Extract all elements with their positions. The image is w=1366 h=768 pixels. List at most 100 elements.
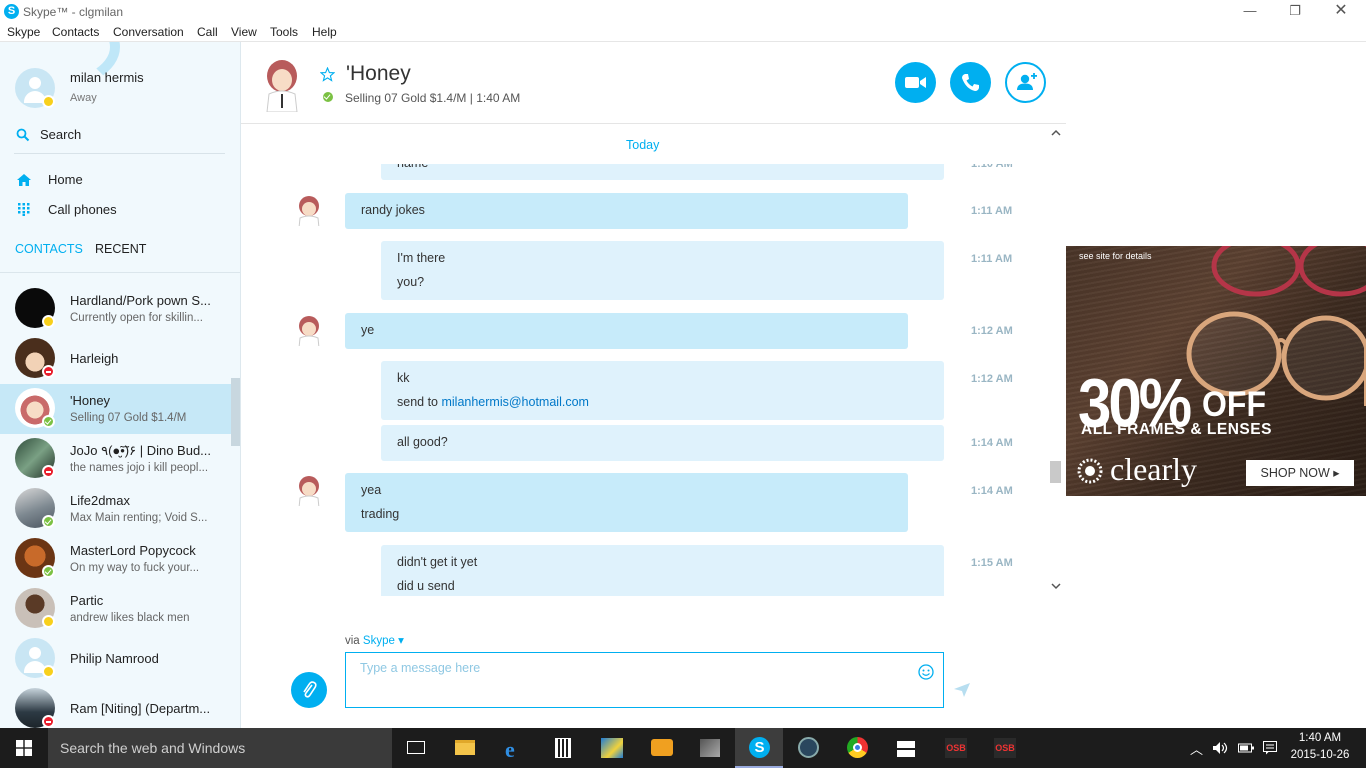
my-name[interactable]: milan hermis xyxy=(70,70,144,85)
attach-button[interactable] xyxy=(291,672,327,708)
task-view-icon[interactable] xyxy=(392,728,440,768)
message-text: ye xyxy=(361,323,375,337)
conversation-scrollbar[interactable] xyxy=(1047,124,1065,596)
contact-mood: Currently open for skillin... xyxy=(70,312,203,324)
contact-item[interactable]: Ram [Niting] (Departm... xyxy=(0,684,232,728)
menu-view[interactable]: View xyxy=(231,25,257,39)
via-selector[interactable]: via Skype ▾ xyxy=(345,633,404,647)
contact-item[interactable]: Partic andrew likes black men xyxy=(0,584,232,634)
menu-call[interactable]: Call xyxy=(197,25,218,39)
nav-call-phones[interactable]: Call phones xyxy=(14,200,225,224)
message-time: 1:15 AM xyxy=(971,557,1013,569)
chevron-down-icon[interactable]: ▾ xyxy=(398,635,404,647)
osbuddy-icon-2[interactable]: OSB xyxy=(980,728,1028,768)
contact-item[interactable]: JoJo ٩(●̮̮̃•̃)۶ | Dino Bud... the names … xyxy=(0,434,232,484)
steam-icon[interactable] xyxy=(784,728,832,768)
contact-name: Life2dmax xyxy=(70,493,130,508)
media-app-icon[interactable] xyxy=(686,728,734,768)
ad-headline-suffix: OFF xyxy=(1202,384,1266,424)
contact-item[interactable]: Philip Namrood xyxy=(0,634,232,684)
menu-contacts[interactable]: Contacts xyxy=(52,25,99,39)
windows-start-icon[interactable] xyxy=(16,740,32,756)
scroll-up-icon[interactable] xyxy=(1051,129,1061,136)
audio-call-button[interactable] xyxy=(950,62,991,103)
conversation-area[interactable]: Today name 1:10 AM Today randy jokes 1:1… xyxy=(241,124,1047,596)
close-button[interactable]: ✕ xyxy=(1318,0,1364,24)
game-app-icon[interactable] xyxy=(637,728,685,768)
message-bubble[interactable]: randy jokes xyxy=(345,193,908,229)
favorite-star-icon[interactable] xyxy=(320,67,335,82)
emoticon-icon[interactable] xyxy=(918,664,934,680)
shop-now-button[interactable]: SHOP NOW ▸ xyxy=(1246,460,1354,486)
contact-item[interactable]: MasterLord Popycock On my way to fuck yo… xyxy=(0,534,232,584)
message-bubble[interactable]: yea trading xyxy=(345,473,908,532)
message-text: you? xyxy=(397,275,425,289)
message-bubble[interactable]: ye xyxy=(345,313,908,349)
file-explorer-icon[interactable] xyxy=(441,728,489,768)
taskbar-search[interactable]: Search the web and Windows xyxy=(48,728,392,768)
scroll-down-icon[interactable] xyxy=(1051,583,1061,590)
online-status-icon xyxy=(42,565,55,578)
paperclip-icon xyxy=(303,681,317,698)
contact-name: Partic xyxy=(70,593,104,608)
edge-browser-icon[interactable]: e xyxy=(490,728,538,768)
nav-home-label: Home xyxy=(48,172,83,187)
my-status[interactable]: Away xyxy=(70,92,97,104)
busy-status-icon xyxy=(42,365,55,378)
skype-taskbar-icon[interactable]: S xyxy=(735,728,783,768)
clock-date[interactable]: 2015-10-26 xyxy=(1290,749,1350,761)
message-input[interactable] xyxy=(360,661,900,675)
calculator-icon[interactable] xyxy=(539,728,587,768)
store-icon[interactable] xyxy=(882,728,930,768)
minimize-button[interactable]: — xyxy=(1227,0,1273,24)
title-bar: S Skype™ - clgmilan — ❐ ✕ xyxy=(0,0,1366,24)
tab-recent[interactable]: RECENT xyxy=(95,242,146,256)
contact-item[interactable]: Life2dmax Max Main renting; Void S... xyxy=(0,484,232,534)
nav-home[interactable]: Home xyxy=(14,170,225,194)
message-text: I'm there xyxy=(397,251,446,265)
contact-item[interactable]: Harleigh xyxy=(0,334,232,384)
add-person-icon xyxy=(1017,73,1037,90)
via-service[interactable]: Skype xyxy=(363,635,395,647)
ad-brand: clearly xyxy=(1110,451,1198,487)
battery-icon[interactable] xyxy=(1238,742,1254,754)
advertisement-banner[interactable]: see site for details 30% OFF ALL FRAMES … xyxy=(1066,246,1366,496)
message-bubble[interactable]: all good? xyxy=(381,425,944,461)
message-bubble[interactable]: kk send to milanhermis@hotmail.com xyxy=(381,361,944,420)
clock-time[interactable]: 1:40 AM xyxy=(1290,732,1350,744)
menu-tools[interactable]: Tools xyxy=(270,25,298,39)
search-button[interactable]: Search xyxy=(14,124,225,154)
chrome-icon[interactable] xyxy=(833,728,881,768)
email-link[interactable]: milanhermis@hotmail.com xyxy=(441,395,588,409)
contact-name: JoJo ٩(●̮̮̃•̃)۶ | Dino Bud... xyxy=(70,443,212,458)
message-time: 1:12 AM xyxy=(971,373,1013,385)
notifications-icon[interactable] xyxy=(1263,741,1277,755)
message-input-box[interactable] xyxy=(345,652,944,708)
add-people-button[interactable] xyxy=(1005,62,1046,103)
tab-contacts[interactable]: CONTACTS xyxy=(15,242,83,256)
message-bubble[interactable]: I'm there you? xyxy=(381,241,944,300)
osbuddy-icon[interactable]: OSB xyxy=(931,728,979,768)
sidebar-scrollbar[interactable] xyxy=(231,378,240,446)
message-text: did u send xyxy=(397,579,455,593)
contact-mood: the names jojo i kill peopl... xyxy=(70,462,209,474)
chevron-up-icon[interactable]: ︿ xyxy=(1190,739,1203,758)
scrollbar-thumb[interactable] xyxy=(1050,461,1061,483)
menu-help[interactable]: Help xyxy=(312,25,337,39)
menu-conversation[interactable]: Conversation xyxy=(113,25,184,39)
conversation-title: 'Honey xyxy=(346,62,411,85)
contact-avatar[interactable] xyxy=(259,54,305,112)
away-status-icon xyxy=(42,95,55,108)
away-status-icon xyxy=(42,665,55,678)
send-icon[interactable] xyxy=(953,682,971,698)
video-call-button[interactable] xyxy=(895,62,936,103)
message-bubble[interactable]: didn't get it yet did u send xyxy=(381,545,944,596)
paint-icon[interactable] xyxy=(588,728,636,768)
contact-item-selected[interactable]: 'Honey Selling 07 Gold $1.4/M xyxy=(0,384,232,434)
menu-skype[interactable]: Skype xyxy=(7,25,40,39)
contact-item[interactable]: Hardland/Pork pown S... Currently open f… xyxy=(0,284,232,334)
skype-logo-icon: S xyxy=(4,4,19,19)
restore-button[interactable]: ❐ xyxy=(1272,0,1318,24)
volume-icon[interactable] xyxy=(1212,741,1230,755)
contact-name: 'Honey xyxy=(70,393,111,408)
